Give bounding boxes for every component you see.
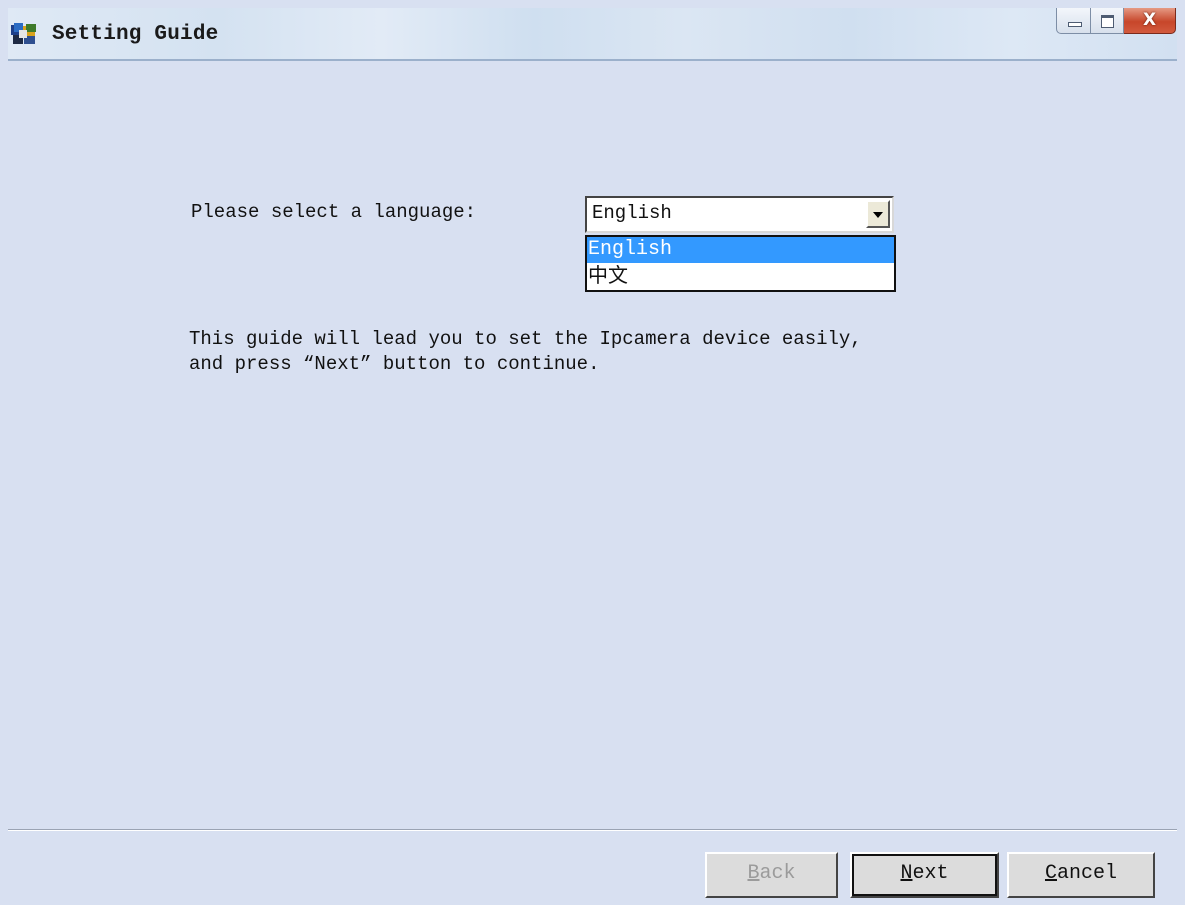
next-label-rest: ext bbox=[912, 862, 949, 885]
cancel-label-rest: ancel bbox=[1057, 862, 1118, 885]
bottom-divider bbox=[8, 829, 1177, 831]
window-title: Setting Guide bbox=[52, 23, 219, 46]
maximize-button[interactable] bbox=[1091, 8, 1124, 34]
language-select-value: English bbox=[592, 202, 672, 224]
close-icon: X bbox=[1142, 10, 1157, 30]
back-button[interactable]: Back bbox=[705, 852, 838, 898]
maximize-icon bbox=[1101, 15, 1114, 28]
dropdown-arrow-icon[interactable] bbox=[866, 200, 890, 228]
ipcamera-app-icon bbox=[11, 23, 36, 44]
title-bar[interactable]: Setting Guide X bbox=[8, 8, 1177, 61]
language-select[interactable]: English bbox=[585, 196, 894, 233]
guide-line-1: This guide will lead you to set the Ipca… bbox=[189, 328, 862, 350]
next-mnemonic: N bbox=[900, 862, 913, 885]
language-option-english[interactable]: English bbox=[587, 237, 894, 263]
setting-guide-window: Setting Guide X Please select a language… bbox=[0, 0, 1185, 905]
cancel-button[interactable]: Cancel bbox=[1007, 852, 1155, 898]
next-button[interactable]: Next bbox=[850, 852, 999, 898]
language-dropdown-list: English 中文 bbox=[585, 235, 896, 292]
minimize-button[interactable] bbox=[1056, 8, 1091, 34]
guide-description: This guide will lead you to set the Ipca… bbox=[189, 327, 862, 377]
close-button[interactable]: X bbox=[1124, 8, 1176, 34]
language-option-chinese[interactable]: 中文 bbox=[587, 262, 894, 288]
window-controls: X bbox=[1056, 8, 1176, 36]
cancel-mnemonic: C bbox=[1044, 862, 1057, 885]
back-label-rest: ack bbox=[759, 862, 796, 885]
guide-line-2: and press “Next” button to continue. bbox=[189, 353, 600, 375]
minimize-icon bbox=[1068, 22, 1082, 27]
back-mnemonic: B bbox=[747, 862, 760, 885]
language-label: Please select a language: bbox=[191, 201, 477, 223]
